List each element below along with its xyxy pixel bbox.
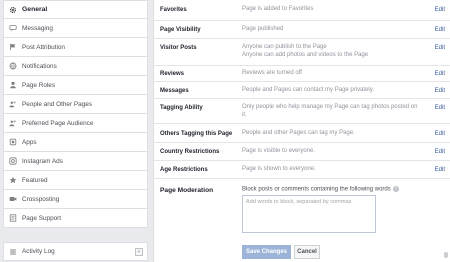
sidebar-item-label: Messaging [22, 24, 53, 32]
apps-icon [8, 137, 18, 147]
setting-value: Page is visible to everyone. [242, 148, 316, 154]
setting-value: Reviews are turned off [242, 70, 302, 76]
blocked-words-input[interactable] [242, 195, 376, 233]
setting-label: Messages [160, 88, 189, 94]
sidebar-item-post-attribution[interactable]: Post Attribution [3, 38, 148, 57]
sidebar-item-apps[interactable]: Apps [3, 133, 148, 152]
sidebar-item-label: Preferred Page Audience [22, 119, 94, 127]
globe-icon [8, 61, 18, 71]
sidebar-item-preferred-page-audience[interactable]: Preferred Page Audience [3, 114, 148, 133]
edit-link[interactable]: Edit [435, 149, 445, 155]
scrollbar-thumb[interactable] [444, 252, 448, 258]
setting-label: Tagging Ability [160, 105, 203, 111]
setting-row-visitor-posts[interactable]: Visitor Posts Anyone can publish to the … [154, 39, 450, 66]
setting-value: Only people who help manage my Page can … [242, 104, 418, 110]
camera-icon [8, 156, 18, 166]
sidebar-item-general[interactable]: General [3, 0, 148, 19]
document-icon [8, 213, 18, 223]
sidebar-item-label: Apps [22, 138, 37, 146]
sidebar-item-label: Page Roles [22, 81, 56, 89]
setting-label: Page Visibility [160, 27, 201, 33]
setting-label: Age Restrictions [160, 167, 208, 173]
setting-value-secondary: Anyone can add photos and videos to the … [242, 52, 369, 58]
setting-value: Page published [242, 26, 284, 32]
sidebar-item-activity-log[interactable]: Activity Log + [3, 242, 148, 261]
sidebar-item-label: Page Support [22, 214, 62, 222]
sidebar-item-label: Notifications [22, 62, 57, 70]
setting-label: Country Restrictions [160, 149, 220, 155]
save-changes-button[interactable]: Save Changes [242, 245, 291, 259]
person-icon [8, 80, 18, 90]
sidebar-item-label: General [22, 6, 48, 13]
page-moderation-label: Page Moderation [160, 187, 214, 194]
edit-link[interactable]: Edit [435, 88, 445, 94]
flag-icon [8, 42, 18, 52]
setting-row-messages[interactable]: Messages People and Pages can contact my… [154, 82, 450, 99]
list-icon [8, 247, 18, 257]
setting-row-others-tagging[interactable]: Others Tagging this Page People and othe… [154, 124, 450, 143]
page-moderation-description: Block posts or comments containing the f… [242, 186, 399, 193]
sidebar-item-crossposting[interactable]: Crossposting [3, 190, 148, 209]
star-icon [8, 175, 18, 185]
sidebar-item-label: Featured [22, 176, 48, 184]
setting-row-reviews[interactable]: Reviews Reviews are turned off Edit [154, 66, 450, 82]
sidebar-item-label: Instagram Ads [22, 157, 63, 165]
sidebar-item-messaging[interactable]: Messaging [3, 19, 148, 38]
cancel-button[interactable]: Cancel [294, 245, 320, 259]
edit-link[interactable]: Edit [435, 167, 445, 173]
edit-link[interactable]: Edit [435, 105, 445, 111]
setting-row-age-restrictions[interactable]: Age Restrictions Page is shown to everyo… [154, 161, 450, 179]
setting-row-tagging-ability[interactable]: Tagging Ability Only people who help man… [154, 99, 450, 124]
edit-link[interactable]: Edit [435, 45, 445, 51]
setting-value: Page is shown to everyone. [242, 166, 316, 172]
sidebar-item-page-roles[interactable]: Page Roles [3, 76, 148, 95]
edit-link[interactable]: Edit [435, 7, 445, 13]
setting-row-favorites[interactable]: Favorites Page is added to Favorites Edi… [154, 0, 450, 21]
message-icon [8, 23, 18, 33]
sidebar-item-page-support[interactable]: Page Support [3, 209, 148, 228]
sidebar-item-label: Crossposting [22, 195, 60, 203]
people-icon [8, 118, 18, 128]
setting-label: Favorites [160, 7, 187, 13]
video-icon [8, 194, 18, 204]
setting-label: Others Tagging this Page [160, 131, 233, 137]
moderation-description-text: Block posts or comments containing the f… [242, 186, 391, 193]
sidebar-item-label: People and Other Pages [22, 100, 92, 108]
setting-row-page-visibility[interactable]: Page Visibility Page published Edit [154, 21, 450, 39]
sidebar-item-featured[interactable]: Featured [3, 171, 148, 190]
edit-link[interactable]: Edit [435, 71, 445, 77]
help-icon[interactable]: ? [392, 186, 399, 192]
sidebar-item-label: Post Attribution [22, 43, 65, 51]
setting-value: Page is added to Favorites [242, 6, 314, 12]
setting-value: People and other Pages can tag my Page. [242, 130, 355, 136]
edit-link[interactable]: Edit [435, 131, 445, 137]
setting-value: People and Pages can contact my Page pri… [242, 87, 374, 93]
setting-label: Visitor Posts [160, 45, 197, 51]
sidebar-item-label: Activity Log [22, 248, 55, 255]
edit-link[interactable]: Edit [435, 27, 445, 33]
people-icon [8, 99, 18, 109]
settings-panel: Favorites Page is added to Favorites Edi… [153, 0, 450, 262]
setting-value-secondary: it. [242, 112, 247, 118]
sidebar-item-notifications[interactable]: Notifications [3, 57, 148, 76]
settings-sidebar: General Messaging Post Attribution Notif… [0, 0, 148, 262]
setting-row-country-restrictions[interactable]: Country Restrictions Page is visible to … [154, 143, 450, 161]
sidebar-item-instagram-ads[interactable]: Instagram Ads [3, 152, 148, 171]
sidebar-item-people-and-other-pages[interactable]: People and Other Pages [3, 95, 148, 114]
gear-icon [8, 5, 18, 15]
setting-label: Reviews [160, 71, 185, 77]
expand-icon[interactable]: + [135, 248, 143, 256]
